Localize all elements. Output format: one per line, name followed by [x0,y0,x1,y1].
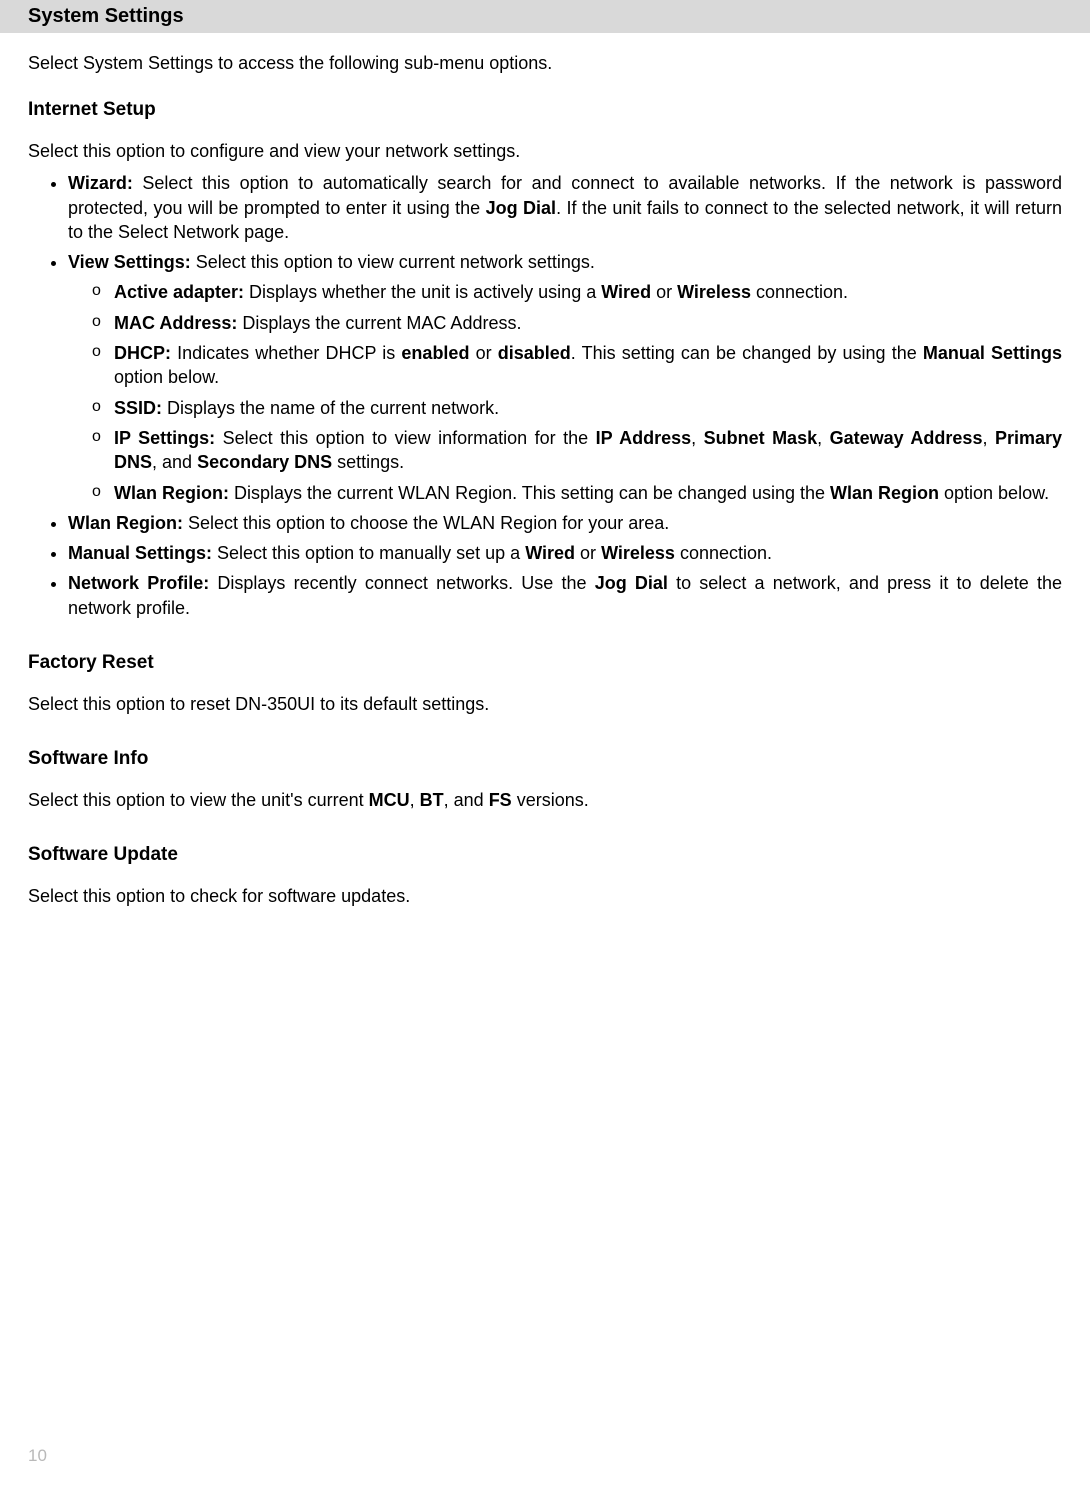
manual-label: Manual Settings: [68,543,212,563]
b: Jog Dial [595,573,668,593]
active-adapter-item: Active adapter: Displays whether the uni… [92,280,1062,304]
b: Wired [525,543,575,563]
jog-dial-text: Jog Dial [486,198,556,218]
b: Wireless [677,282,751,302]
b: enabled [401,343,469,363]
t: or [651,282,677,302]
wizard-label: Wizard: [68,173,133,193]
mac-label: MAC Address: [114,313,237,333]
t: settings. [332,452,404,472]
view-settings-text: Select this option to view current netwo… [191,252,595,272]
t: , [982,428,994,448]
b: Wlan Region [830,483,939,503]
t: , [817,428,829,448]
intro-text: Select System Settings to access the fol… [28,51,1062,75]
view-settings-item: View Settings: Select this option to vie… [68,250,1062,505]
t: Select this option to view information f… [215,428,595,448]
t: or [469,343,497,363]
ssid-item: SSID: Displays the name of the current n… [92,396,1062,420]
t: Select this option to manually set up a [212,543,525,563]
t: versions. [512,790,589,810]
t: Displays the current MAC Address. [237,313,521,333]
internet-bullets: Wizard: Select this option to automatica… [28,171,1062,620]
b: MCU [369,790,410,810]
wlan-region-subitem: Wlan Region: Displays the current WLAN R… [92,481,1062,505]
dhcp-label: DHCP: [114,343,171,363]
t: option below. [939,483,1049,503]
active-adapter-label: Active adapter: [114,282,244,302]
t: connection. [675,543,772,563]
t: , and [444,790,489,810]
b: Subnet Mask [704,428,818,448]
internet-setup-desc: Select this option to configure and view… [28,139,1062,163]
ssid-label: SSID: [114,398,162,418]
software-update-block: Software Update Select this option to ch… [28,842,1062,908]
view-settings-sub: Active adapter: Displays whether the uni… [68,280,1062,504]
wlan-region-item: Wlan Region: Select this option to choos… [68,511,1062,535]
b: Wireless [601,543,675,563]
software-info-block: Software Info Select this option to view… [28,746,1062,812]
t: option below. [114,367,219,387]
manual-settings-item: Manual Settings: Select this option to m… [68,541,1062,565]
t: Displays whether the unit is actively us… [244,282,601,302]
t: Select this option to choose the WLAN Re… [183,513,669,533]
internet-setup-block: Internet Setup Select this option to con… [28,97,1062,620]
factory-reset-block: Factory Reset Select this option to rese… [28,650,1062,716]
software-update-desc: Select this option to check for software… [28,884,1062,908]
b: BT [420,790,444,810]
t: or [575,543,601,563]
t: Displays the current WLAN Region. This s… [229,483,830,503]
section-header: System Settings [0,0,1090,33]
t: Select this option to view the unit's cu… [28,790,369,810]
view-settings-label: View Settings: [68,252,191,272]
t: , [691,428,703,448]
t: Displays the name of the current network… [162,398,499,418]
t: . This setting can be changed by using t… [571,343,923,363]
t: Indicates whether DHCP is [171,343,401,363]
b: Manual Settings [923,343,1062,363]
t: , [410,790,420,810]
b: Wired [601,282,651,302]
factory-reset-heading: Factory Reset [28,650,1062,676]
mac-address-item: MAC Address: Displays the current MAC Ad… [92,311,1062,335]
network-profile-item: Network Profile: Displays recently conne… [68,571,1062,620]
b: Secondary DNS [197,452,332,472]
factory-reset-desc: Select this option to reset DN-350UI to … [28,692,1062,716]
software-info-heading: Software Info [28,746,1062,772]
wlan-sub-label: Wlan Region: [114,483,229,503]
dhcp-item: DHCP: Indicates whether DHCP is enabled … [92,341,1062,390]
wlan-region-label: Wlan Region: [68,513,183,533]
b: IP Address [596,428,692,448]
b: FS [489,790,512,810]
ip-settings-item: IP Settings: Select this option to view … [92,426,1062,475]
software-info-desc: Select this option to view the unit's cu… [28,788,1062,812]
b: disabled [498,343,571,363]
t: Displays recently connect networks. Use … [209,573,594,593]
b: Gateway Address [830,428,983,448]
internet-setup-heading: Internet Setup [28,97,1062,123]
ip-label: IP Settings: [114,428,215,448]
wizard-item: Wizard: Select this option to automatica… [68,171,1062,244]
page-number: 10 [28,1445,47,1468]
t: connection. [751,282,848,302]
profile-label: Network Profile: [68,573,209,593]
t: , and [152,452,197,472]
software-update-heading: Software Update [28,842,1062,868]
